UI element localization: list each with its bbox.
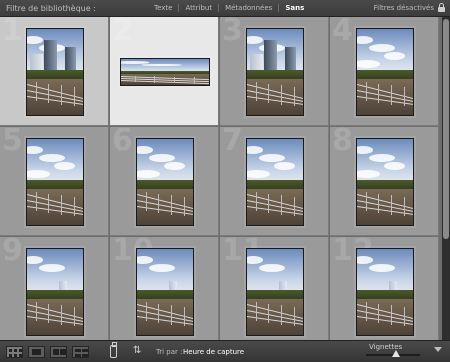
- grid-cell[interactable]: 7: [220, 123, 329, 236]
- grid-scrollbar[interactable]: [442, 17, 450, 340]
- photo-thumbnail[interactable]: [26, 248, 84, 336]
- cell-index-number: 6: [112, 123, 133, 158]
- grid-cell[interactable]: 2: [110, 17, 219, 126]
- cell-index-number: 3: [222, 17, 243, 48]
- filter-status[interactable]: Filtres désactivés: [374, 4, 434, 12]
- filter-title: Filtre de bibliothèque :: [6, 4, 96, 13]
- thumbnail-size-knob[interactable]: [391, 350, 400, 357]
- photo-thumbnail[interactable]: [356, 138, 414, 226]
- tab-text[interactable]: Texte: [148, 4, 178, 12]
- grid-cell[interactable]: 9: [0, 233, 109, 340]
- grid-cell[interactable]: 6: [110, 123, 219, 236]
- sort-label: Tri par :: [156, 348, 183, 356]
- photo-thumbnail[interactable]: [136, 248, 194, 336]
- cell-index-number: 7: [222, 123, 243, 158]
- sort-direction-icon[interactable]: ⇅: [133, 345, 141, 356]
- loupe-view-icon[interactable]: [28, 346, 45, 358]
- thumbnail-grid: 1 2 3 4 5 6 7 8 9 10 11 12: [0, 17, 442, 340]
- cell-index-number: 1: [2, 17, 23, 48]
- photo-thumbnail[interactable]: [356, 248, 414, 336]
- grid-cell[interactable]: 4: [330, 17, 439, 126]
- tab-attribute[interactable]: Attribut: [179, 4, 218, 12]
- grid-cell[interactable]: 3: [220, 17, 329, 126]
- photo-thumbnail[interactable]: [26, 138, 84, 226]
- grid-cell[interactable]: 12: [330, 233, 439, 340]
- cell-index-number: 9: [2, 233, 23, 268]
- sort-order-select[interactable]: Heure de capture: [183, 348, 244, 356]
- cell-index-number: 8: [332, 123, 353, 158]
- painter-spray-icon[interactable]: [110, 342, 117, 358]
- grid-cell[interactable]: 11: [220, 233, 329, 340]
- photo-thumbnail[interactable]: [246, 248, 304, 336]
- scrollbar-thumb[interactable]: [443, 19, 449, 239]
- toolbar-menu-arrow-icon[interactable]: [434, 347, 442, 352]
- cell-index-number: 5: [2, 123, 23, 158]
- photo-thumbnail[interactable]: [246, 28, 304, 116]
- grid-view-icon[interactable]: [6, 346, 23, 358]
- filter-tabs: Texte Attribut Métadonnées Sans: [148, 4, 310, 12]
- lock-icon[interactable]: [438, 3, 445, 12]
- photo-thumbnail[interactable]: [136, 138, 194, 226]
- cell-index-number: 2: [112, 17, 133, 48]
- cell-index-number: 4: [332, 17, 353, 48]
- photo-thumbnail[interactable]: [246, 138, 304, 226]
- tab-none[interactable]: Sans: [279, 4, 310, 12]
- grid-cell[interactable]: 5: [0, 123, 109, 236]
- library-filter-bar: Filtre de bibliothèque : Texte Attribut …: [0, 0, 450, 17]
- tab-metadata[interactable]: Métadonnées: [219, 4, 278, 12]
- photo-thumbnail[interactable]: [26, 28, 84, 116]
- grid-cell[interactable]: 10: [110, 233, 219, 340]
- photo-thumbnail[interactable]: [356, 28, 414, 116]
- compare-view-icon[interactable]: [50, 346, 67, 358]
- bottom-toolbar: ⇅ Tri par : Heure de capture Vignettes: [0, 340, 450, 362]
- grid-cell[interactable]: 8: [330, 123, 439, 236]
- survey-view-icon[interactable]: [72, 346, 89, 358]
- grid-cell[interactable]: 1: [0, 17, 109, 126]
- photo-thumbnail[interactable]: [120, 58, 210, 86]
